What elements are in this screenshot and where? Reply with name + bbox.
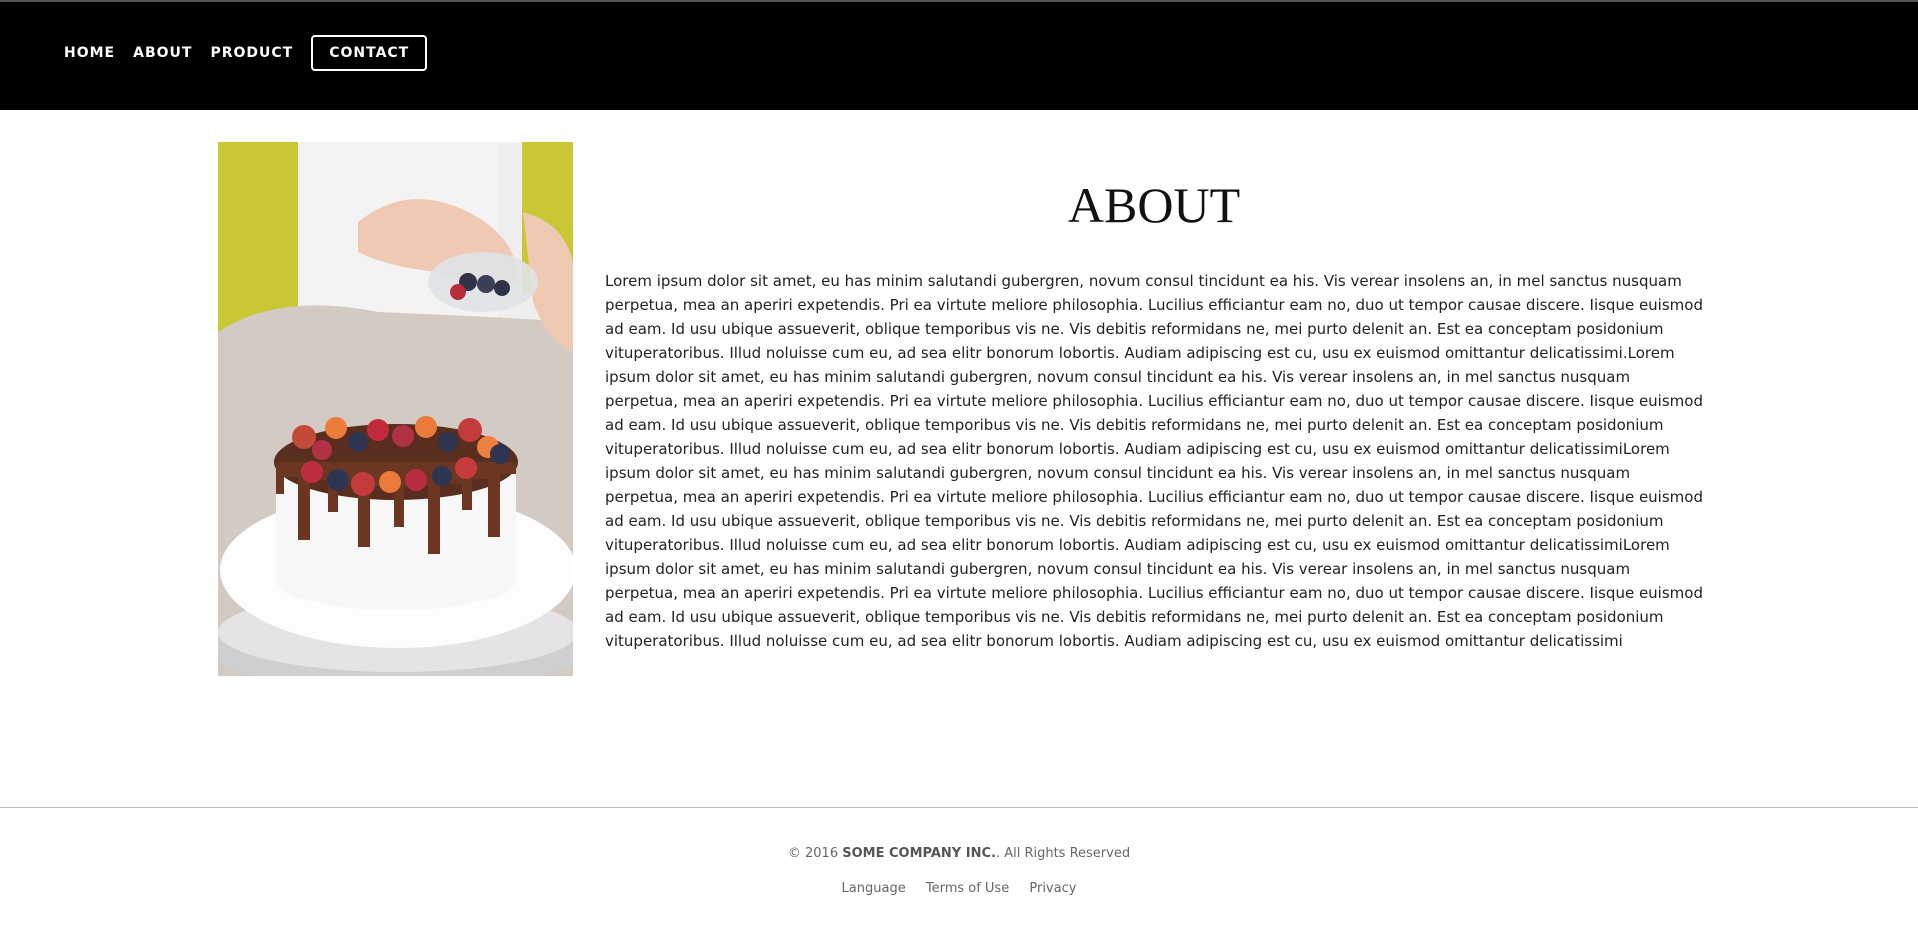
footer-links: Language Terms of Use Privacy (0, 881, 1918, 896)
cake-photo (218, 142, 573, 676)
main-nav: HOME ABOUT PRODUCT CONTACT (64, 35, 428, 71)
footer-link-language[interactable]: Language (842, 881, 906, 896)
footer-link-terms[interactable]: Terms of Use (926, 881, 1009, 896)
copyright-text: © 2016 SOME COMPANY INC.. All Rights Res… (0, 846, 1918, 861)
nav-about-link[interactable]: ABOUT (133, 45, 192, 61)
company-name: SOME COMPANY INC. (842, 846, 996, 861)
copyright-suffix: . All Rights Reserved (995, 846, 1131, 861)
navbar: HOME ABOUT PRODUCT CONTACT (0, 2, 1918, 110)
nav-product-link[interactable]: PRODUCT (210, 45, 293, 61)
about-body-text: Lorem ipsum dolor sit amet, eu has minim… (605, 272, 1703, 650)
nav-home-link[interactable]: HOME (64, 45, 115, 61)
copyright-prefix: © 2016 (787, 846, 839, 861)
footer-link-privacy[interactable]: Privacy (1029, 881, 1076, 896)
page-title: ABOUT (1067, 177, 1241, 233)
contact-button[interactable]: CONTACT (311, 35, 428, 71)
footer-divider (0, 807, 1918, 808)
